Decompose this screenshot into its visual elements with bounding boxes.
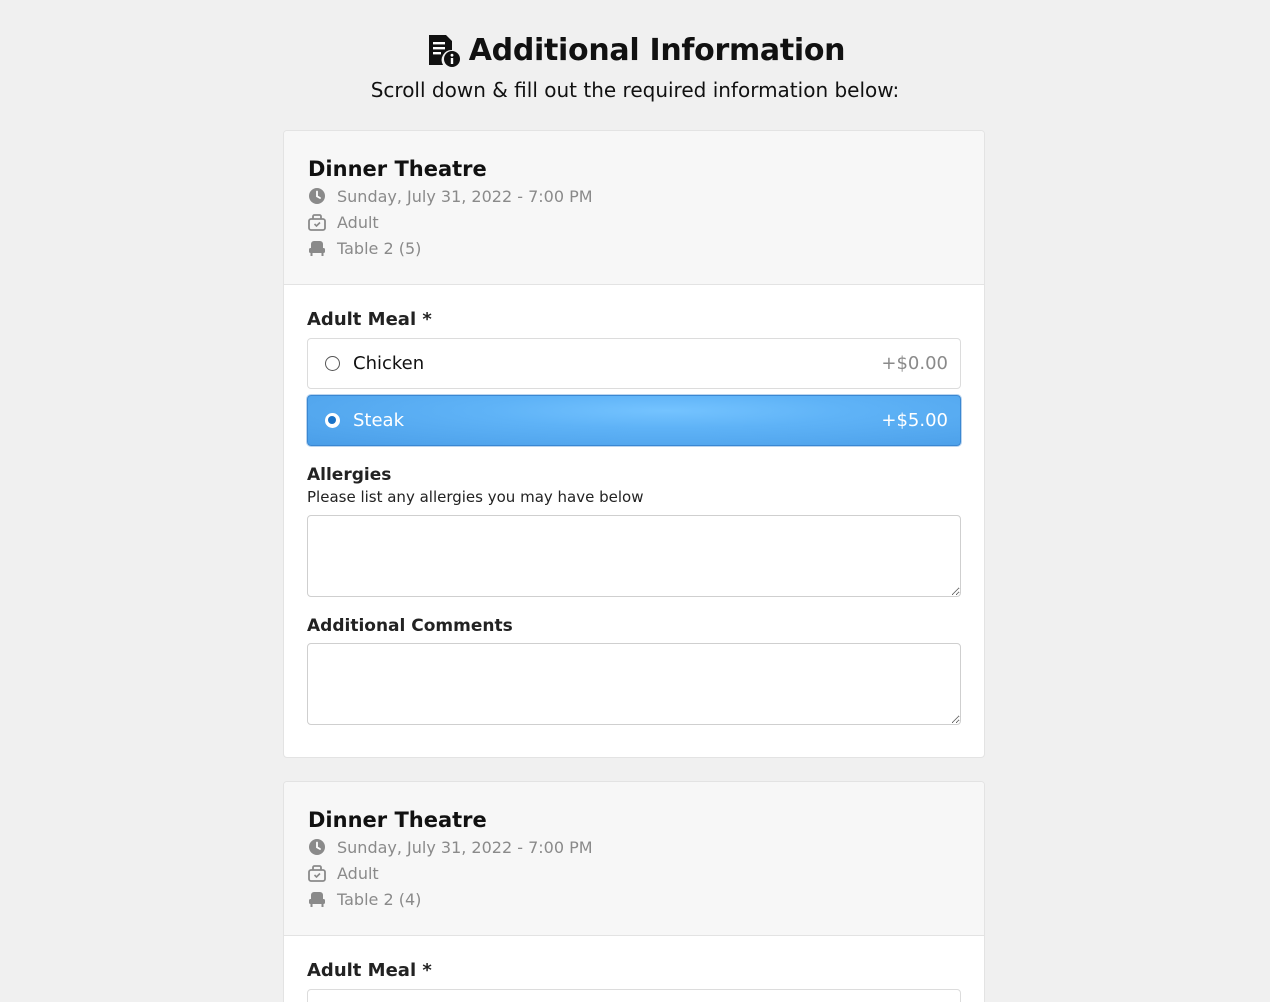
event-name: Dinner Theatre bbox=[308, 808, 487, 832]
event-datetime-row: Sunday, July 31, 2022 - 7:00 PM bbox=[308, 183, 960, 209]
ticket-bag-icon bbox=[308, 864, 326, 882]
event-name: Dinner Theatre bbox=[308, 157, 487, 181]
option-price: +$5.00 bbox=[881, 410, 948, 431]
clock-icon bbox=[308, 187, 326, 205]
radio-button[interactable] bbox=[325, 356, 340, 371]
allergies-label: Allergies bbox=[307, 465, 392, 485]
seat-row: Table 2 (5) bbox=[308, 235, 960, 261]
ticket-card: Dinner Theatre Sunday, July 31, 2022 - 7… bbox=[283, 781, 985, 1002]
option-label: Steak bbox=[353, 410, 405, 431]
meal-label: Adult Meal * bbox=[307, 309, 432, 330]
page-header: Additional Information Scroll down & fil… bbox=[0, 28, 1270, 103]
meal-option-steak[interactable]: Steak +$5.00 bbox=[307, 395, 961, 446]
comments-textarea[interactable] bbox=[307, 643, 961, 725]
allergies-hint: Please list any allergies you may have b… bbox=[307, 488, 644, 506]
meal-label: Adult Meal * bbox=[307, 960, 432, 981]
ticket-type: Adult bbox=[337, 212, 379, 232]
title-row: Additional Information bbox=[0, 28, 1270, 72]
ticket-card-header: Dinner Theatre Sunday, July 31, 2022 - 7… bbox=[284, 782, 984, 936]
ticket-card-body: Adult Meal * bbox=[284, 936, 984, 1002]
seat-label: Table 2 (4) bbox=[337, 889, 422, 909]
meal-option-chicken[interactable]: Chicken +$0.00 bbox=[307, 338, 961, 389]
event-datetime: Sunday, July 31, 2022 - 7:00 PM bbox=[337, 837, 593, 857]
allergies-textarea[interactable] bbox=[307, 515, 961, 597]
seat-icon bbox=[308, 239, 326, 257]
ticket-type-row: Adult bbox=[308, 860, 960, 886]
comments-label: Additional Comments bbox=[307, 616, 513, 636]
ticket-type: Adult bbox=[337, 863, 379, 883]
document-info-icon bbox=[425, 32, 461, 68]
allergies-field: Allergies Please list any allergies you … bbox=[307, 463, 961, 597]
meal-option[interactable] bbox=[307, 989, 961, 1002]
event-datetime: Sunday, July 31, 2022 - 7:00 PM bbox=[337, 186, 593, 206]
seat-row: Table 2 (4) bbox=[308, 886, 960, 912]
comments-field: Additional Comments bbox=[307, 614, 961, 725]
ticket-card: Dinner Theatre Sunday, July 31, 2022 - 7… bbox=[283, 130, 985, 758]
radio-button[interactable] bbox=[325, 413, 340, 428]
clock-icon bbox=[308, 838, 326, 856]
page-title: Additional Information bbox=[468, 32, 846, 68]
event-datetime-row: Sunday, July 31, 2022 - 7:00 PM bbox=[308, 834, 960, 860]
page-subtitle: Scroll down & fill out the required info… bbox=[370, 78, 900, 102]
option-label: Chicken bbox=[353, 353, 425, 374]
ticket-type-row: Adult bbox=[308, 209, 960, 235]
option-price: +$0.00 bbox=[881, 353, 948, 374]
ticket-card-body: Adult Meal * Chicken +$0.00 Steak +$5.00… bbox=[284, 285, 984, 725]
seat-label: Table 2 (5) bbox=[337, 238, 422, 258]
ticket-bag-icon bbox=[308, 213, 326, 231]
seat-icon bbox=[308, 890, 326, 908]
ticket-card-header: Dinner Theatre Sunday, July 31, 2022 - 7… bbox=[284, 131, 984, 285]
